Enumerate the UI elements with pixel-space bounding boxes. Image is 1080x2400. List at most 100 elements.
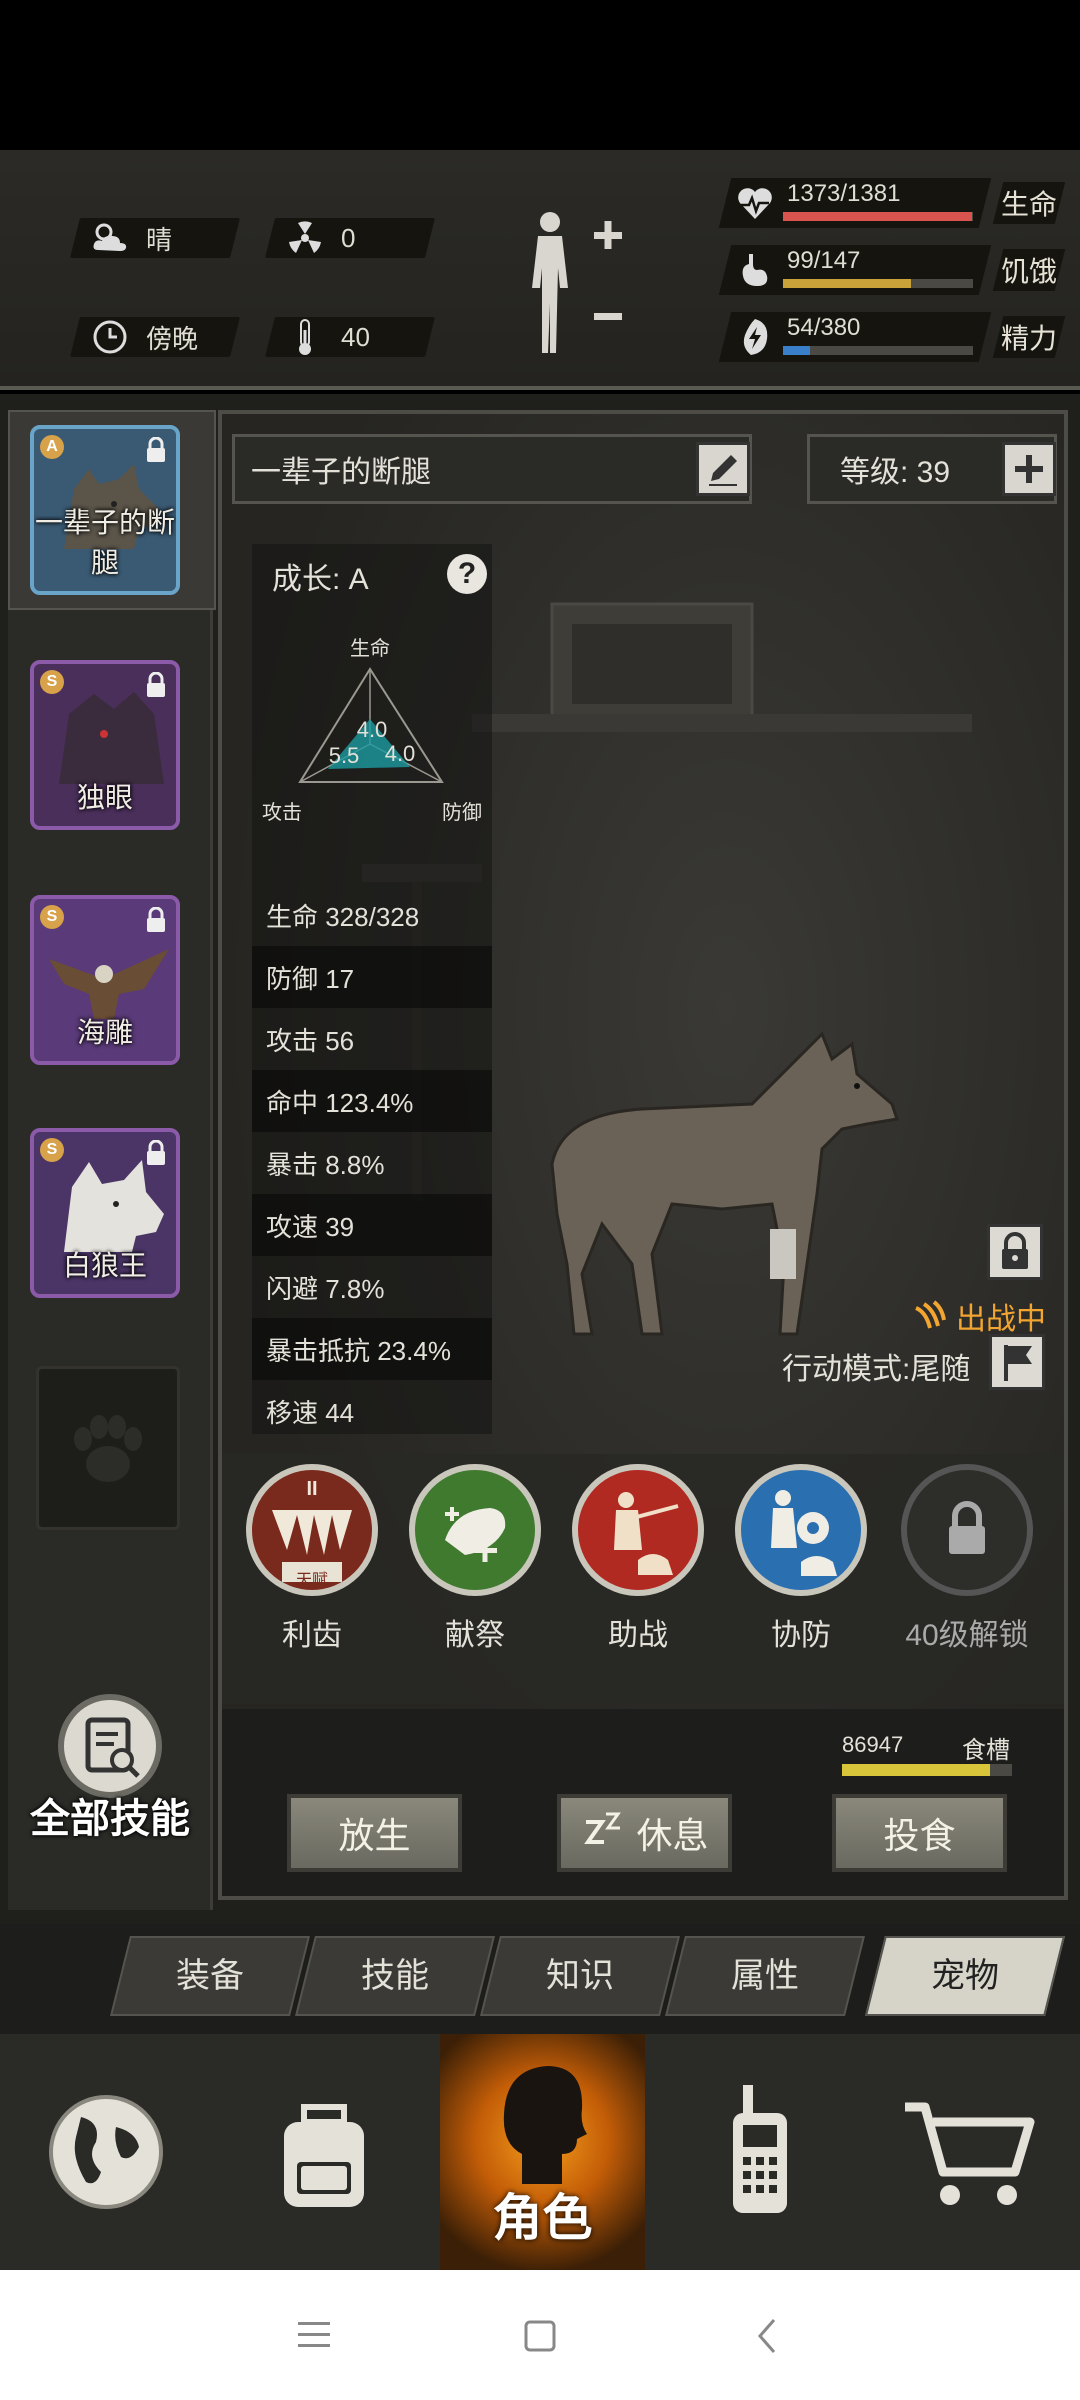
time-display: 傍晚 [90, 317, 198, 357]
radar-value-2: 5.5 [329, 743, 360, 768]
empty-pet-slot[interactable] [36, 1366, 180, 1530]
tab-attributes[interactable]: 属性 [665, 1936, 865, 2016]
tab-knowledge[interactable]: 知识 [480, 1936, 680, 2016]
pet-name-text: 一辈子的断腿 [251, 456, 431, 489]
flag-icon [1004, 1345, 1032, 1381]
hunger-label: 饥饿 [1000, 256, 1057, 287]
skill-tier: II [306, 1478, 318, 1500]
talent-badge: 天赋 [295, 1572, 328, 1589]
paw-claw-icon [915, 1300, 946, 1329]
guard-icon [771, 1490, 837, 1576]
lock-icon [147, 672, 165, 697]
pet-card-3[interactable]: S 白狼王 [30, 1128, 180, 1298]
temperature-display: 40 [285, 317, 370, 357]
menu-icon[interactable] [296, 2318, 332, 2352]
level-text: 等级: 39 [840, 456, 951, 489]
health-value: 1373/1381 [787, 180, 901, 207]
pet-name: 一辈子的断腿 [34, 507, 175, 578]
stat-row: 命中 123.4% [252, 1070, 492, 1132]
top-hud: 晴 0 傍晚 40 1373/1381 生命 99/147 饥饿 54/380 … [0, 150, 1080, 390]
nav-character-label: 角色 [492, 2190, 593, 2246]
body-status-icon[interactable] [520, 208, 630, 358]
pet-rank-badge: S [40, 1138, 64, 1162]
skill-defend[interactable]: 协防 [731, 1464, 871, 1654]
nav-world-map[interactable] [6, 2034, 206, 2270]
rest-button[interactable]: 休息 [557, 1794, 732, 1872]
sleep-icon [584, 1812, 622, 1844]
stat-row: 暴击抵抗 23.4% [252, 1318, 492, 1380]
backpack-icon [284, 2104, 364, 2207]
walkie-talkie-icon [733, 2085, 787, 2213]
pet-name-field[interactable]: 一辈子的断腿 [232, 434, 752, 504]
nav-backpack[interactable] [224, 2034, 424, 2270]
level-up-button[interactable] [1002, 442, 1056, 496]
release-label: 放生 [338, 1815, 411, 1856]
skill-label: 助战 [608, 1619, 668, 1652]
pet-name: 海雕 [76, 1017, 133, 1048]
stat-row: 闪避 7.8% [266, 1273, 385, 1304]
help-icon[interactable]: ? [447, 554, 487, 594]
deployed-label: 出战中 [956, 1303, 1046, 1336]
food-bar [842, 1764, 1012, 1776]
skill-sharp-teeth[interactable]: 天赋 II 利齿 [242, 1464, 382, 1654]
thermometer-icon [285, 317, 325, 357]
skill-label: 40级解锁 [905, 1619, 1029, 1652]
all-skills-label: 全部技能 [30, 1797, 190, 1841]
radar-right-label: 防御 [442, 801, 482, 824]
radar-value-1: 4.0 [357, 717, 388, 742]
heart-icon [738, 188, 772, 219]
plus-icon [1015, 455, 1043, 483]
pet-card-2[interactable]: S 海雕 [30, 895, 180, 1065]
skill-locked-slot[interactable]: 40级解锁 [882, 1464, 1052, 1654]
tab-skills[interactable]: 技能 [295, 1936, 495, 2016]
food-label: 食槽 [962, 1737, 1010, 1764]
globe-icon [49, 2095, 163, 2209]
pet-card-1[interactable]: S 独眼 [30, 660, 180, 830]
pencil-icon [709, 455, 737, 486]
pet-name: 独眼 [76, 782, 133, 813]
stat-row: 生命 328/328 [266, 901, 420, 932]
growth-label: 成长: A [272, 563, 369, 596]
hunger-value: 99/147 [787, 247, 861, 274]
radiation-display: 0 [285, 218, 355, 258]
energy-icon [743, 319, 768, 355]
pet-card-0[interactable]: A 一辈子的断腿 [30, 425, 180, 595]
nav-shop[interactable] [870, 2034, 1070, 2270]
release-button[interactable]: 放生 [287, 1794, 462, 1872]
energy-label: 精力 [1000, 323, 1057, 354]
tab-pets[interactable]: 宠物 [865, 1936, 1065, 2016]
pet-skills-row: 天赋 II 利齿 献祭 助战 协防 40级解锁 [222, 1454, 1064, 1704]
edit-name-button[interactable] [696, 442, 750, 496]
weather-label: 晴 [146, 224, 173, 255]
pet-rank-badge: A [40, 435, 64, 459]
head-profile-icon [503, 2066, 587, 2184]
feed-button[interactable]: 投食 [832, 1794, 1007, 1872]
food-bar-fill [842, 1764, 990, 1776]
skill-label: 利齿 [282, 1619, 342, 1652]
all-skills-button[interactable]: 全部技能 [30, 1690, 190, 1850]
skill-assist[interactable]: 助战 [568, 1464, 708, 1654]
nav-character[interactable]: 角色 [440, 2034, 645, 2270]
tab-equipment[interactable]: 装备 [110, 1936, 310, 2016]
pet-lock-button[interactable] [987, 1224, 1043, 1280]
hunter-icon [614, 1492, 679, 1575]
home-icon[interactable] [522, 2318, 558, 2354]
nav-radio[interactable] [660, 2034, 860, 2270]
action-mode-button[interactable] [989, 1334, 1045, 1390]
pet-rank-badge: S [40, 905, 64, 929]
action-mode-label: 行动模式:尾随 [782, 1353, 971, 1386]
bottom-nav: 角色 [0, 2034, 1080, 2270]
stat-row: 移速 44 [266, 1397, 355, 1428]
stat-row: 防御 17 [252, 946, 492, 1008]
lock-icon [147, 907, 165, 932]
back-icon[interactable] [752, 2316, 782, 2356]
sacrifice-icon [445, 1507, 506, 1562]
rest-label: 休息 [636, 1815, 709, 1856]
radiation-value: 0 [341, 222, 356, 253]
feed-label: 投食 [883, 1815, 956, 1856]
hunger-bar-fill [783, 279, 911, 288]
weather-display: 晴 [90, 218, 172, 258]
radar-top-label: 生命 [350, 637, 390, 660]
skill-sacrifice[interactable]: 献祭 [405, 1464, 545, 1654]
cloud-sun-icon [90, 218, 130, 258]
